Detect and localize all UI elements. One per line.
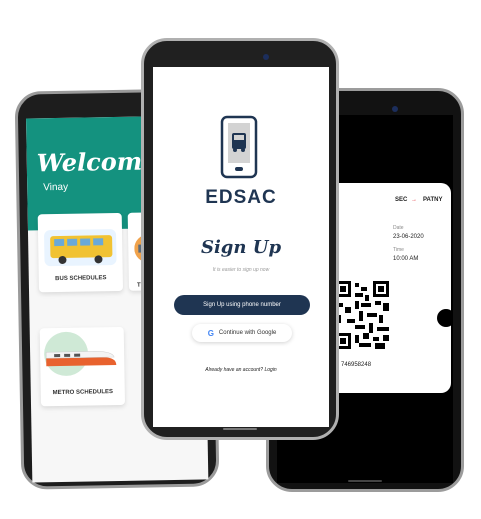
metro-schedules-card[interactable]: METRO SCHEDULES [39, 326, 126, 407]
bus-schedules-card[interactable]: BUS SCHEDULES [37, 212, 124, 293]
signup-subtitle: It is easier to sign up now [212, 267, 270, 273]
login-link[interactable]: Already have an account? Login [153, 367, 329, 373]
phone-center: EDSAC Sign Up It is easier to sign up no… [141, 38, 339, 440]
metro-illustration [44, 331, 117, 376]
origin-station: SEC [395, 197, 408, 203]
ticket-notch [437, 309, 453, 327]
qr-code-icon [335, 281, 389, 349]
signup-title: Sign Up [200, 237, 282, 258]
home-indicator [348, 480, 382, 482]
bus-phone-logo-icon [220, 115, 258, 179]
date-label: Date [393, 225, 404, 231]
signup-screen: EDSAC Sign Up It is easier to sign up no… [153, 67, 329, 427]
bus-schedules-label: BUS SCHEDULES [55, 275, 107, 283]
bus-illustration [44, 229, 117, 267]
arrow-icon: → [411, 197, 417, 203]
camera-icon [392, 106, 398, 112]
time-value: 10:00 AM [393, 256, 419, 262]
camera-icon [263, 54, 269, 60]
home-indicator [223, 428, 257, 430]
google-signin-button[interactable]: G Continue with Google [192, 324, 292, 342]
destination-station: PATNY [423, 197, 443, 203]
brand-name: EDSAC [205, 187, 277, 208]
ticket-number: 746958248 [341, 362, 372, 368]
google-signin-label: Continue with Google [218, 330, 277, 336]
metro-schedules-label: METRO SCHEDULES [52, 389, 114, 397]
signup-phone-label: Sign Up using phone number [203, 302, 281, 308]
google-icon: G [207, 328, 214, 338]
time-label: Time [393, 247, 404, 253]
signup-phone-button[interactable]: Sign Up using phone number [174, 295, 310, 315]
date-value: 23-06-2020 [393, 234, 424, 240]
username: Vinay [43, 181, 69, 194]
